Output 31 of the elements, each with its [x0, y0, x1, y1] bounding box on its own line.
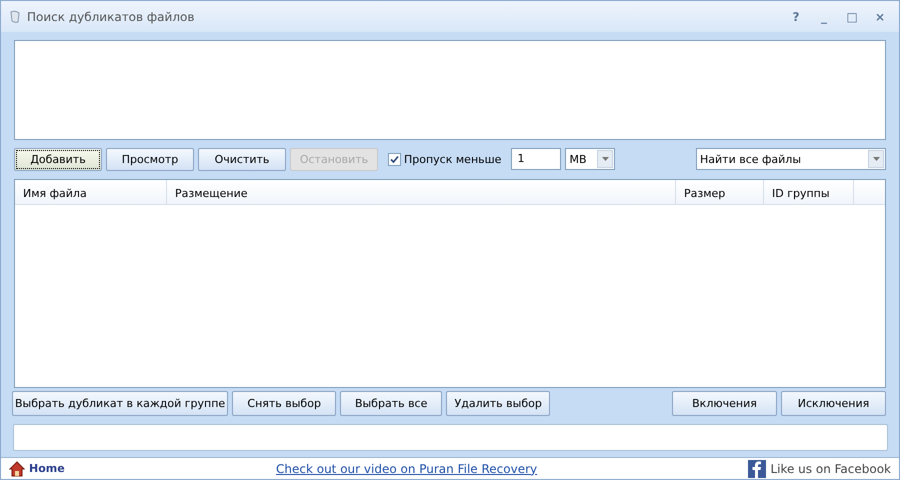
- toolbar-button[interactable]: Очистить: [198, 148, 286, 170]
- window-control[interactable]: □: [841, 10, 863, 24]
- unit-dropdown[interactable]: MB: [565, 148, 616, 170]
- checkbox-label: Пропуск меньше: [404, 152, 502, 166]
- column-header[interactable]: Имя файла: [15, 180, 167, 204]
- toolbar-button[interactable]: Добавить: [14, 148, 102, 170]
- action-button[interactable]: Снять выбор: [232, 391, 336, 416]
- window-control[interactable]: _: [813, 10, 835, 24]
- window-control[interactable]: ?: [785, 10, 807, 24]
- action-button[interactable]: Выбрать дубликат в каждой группе: [12, 391, 228, 416]
- window-control[interactable]: ×: [869, 10, 891, 24]
- caret-icon: [872, 157, 880, 161]
- action-button[interactable]: Выбрать все: [340, 391, 442, 416]
- facebook-link[interactable]: Like us on Facebook: [770, 462, 891, 476]
- video-link[interactable]: Check out our video on Puran File Recovery: [276, 462, 538, 476]
- column-header[interactable]: Размер: [676, 180, 764, 204]
- app-logo-icon: [9, 10, 21, 24]
- action-button[interactable]: Исключения: [781, 391, 886, 416]
- mode-dropdown[interactable]: Найти все файлы: [696, 148, 886, 170]
- toolbar-button[interactable]: Просмотр: [106, 148, 194, 170]
- action-button[interactable]: Удалить выбор: [446, 391, 550, 416]
- home-link[interactable]: Home: [29, 462, 65, 475]
- size-field[interactable]: 1: [511, 148, 562, 170]
- house-icon: [9, 460, 25, 476]
- action-button[interactable]: Включения: [672, 391, 777, 416]
- facebook-icon[interactable]: [748, 460, 766, 478]
- column-header[interactable]: Размещение: [167, 180, 676, 204]
- window-title: Поиск дубликатов файлов: [27, 10, 196, 24]
- caret-icon: [602, 157, 609, 161]
- column-header[interactable]: ID группы: [764, 180, 854, 204]
- checkbox[interactable]: [388, 152, 401, 166]
